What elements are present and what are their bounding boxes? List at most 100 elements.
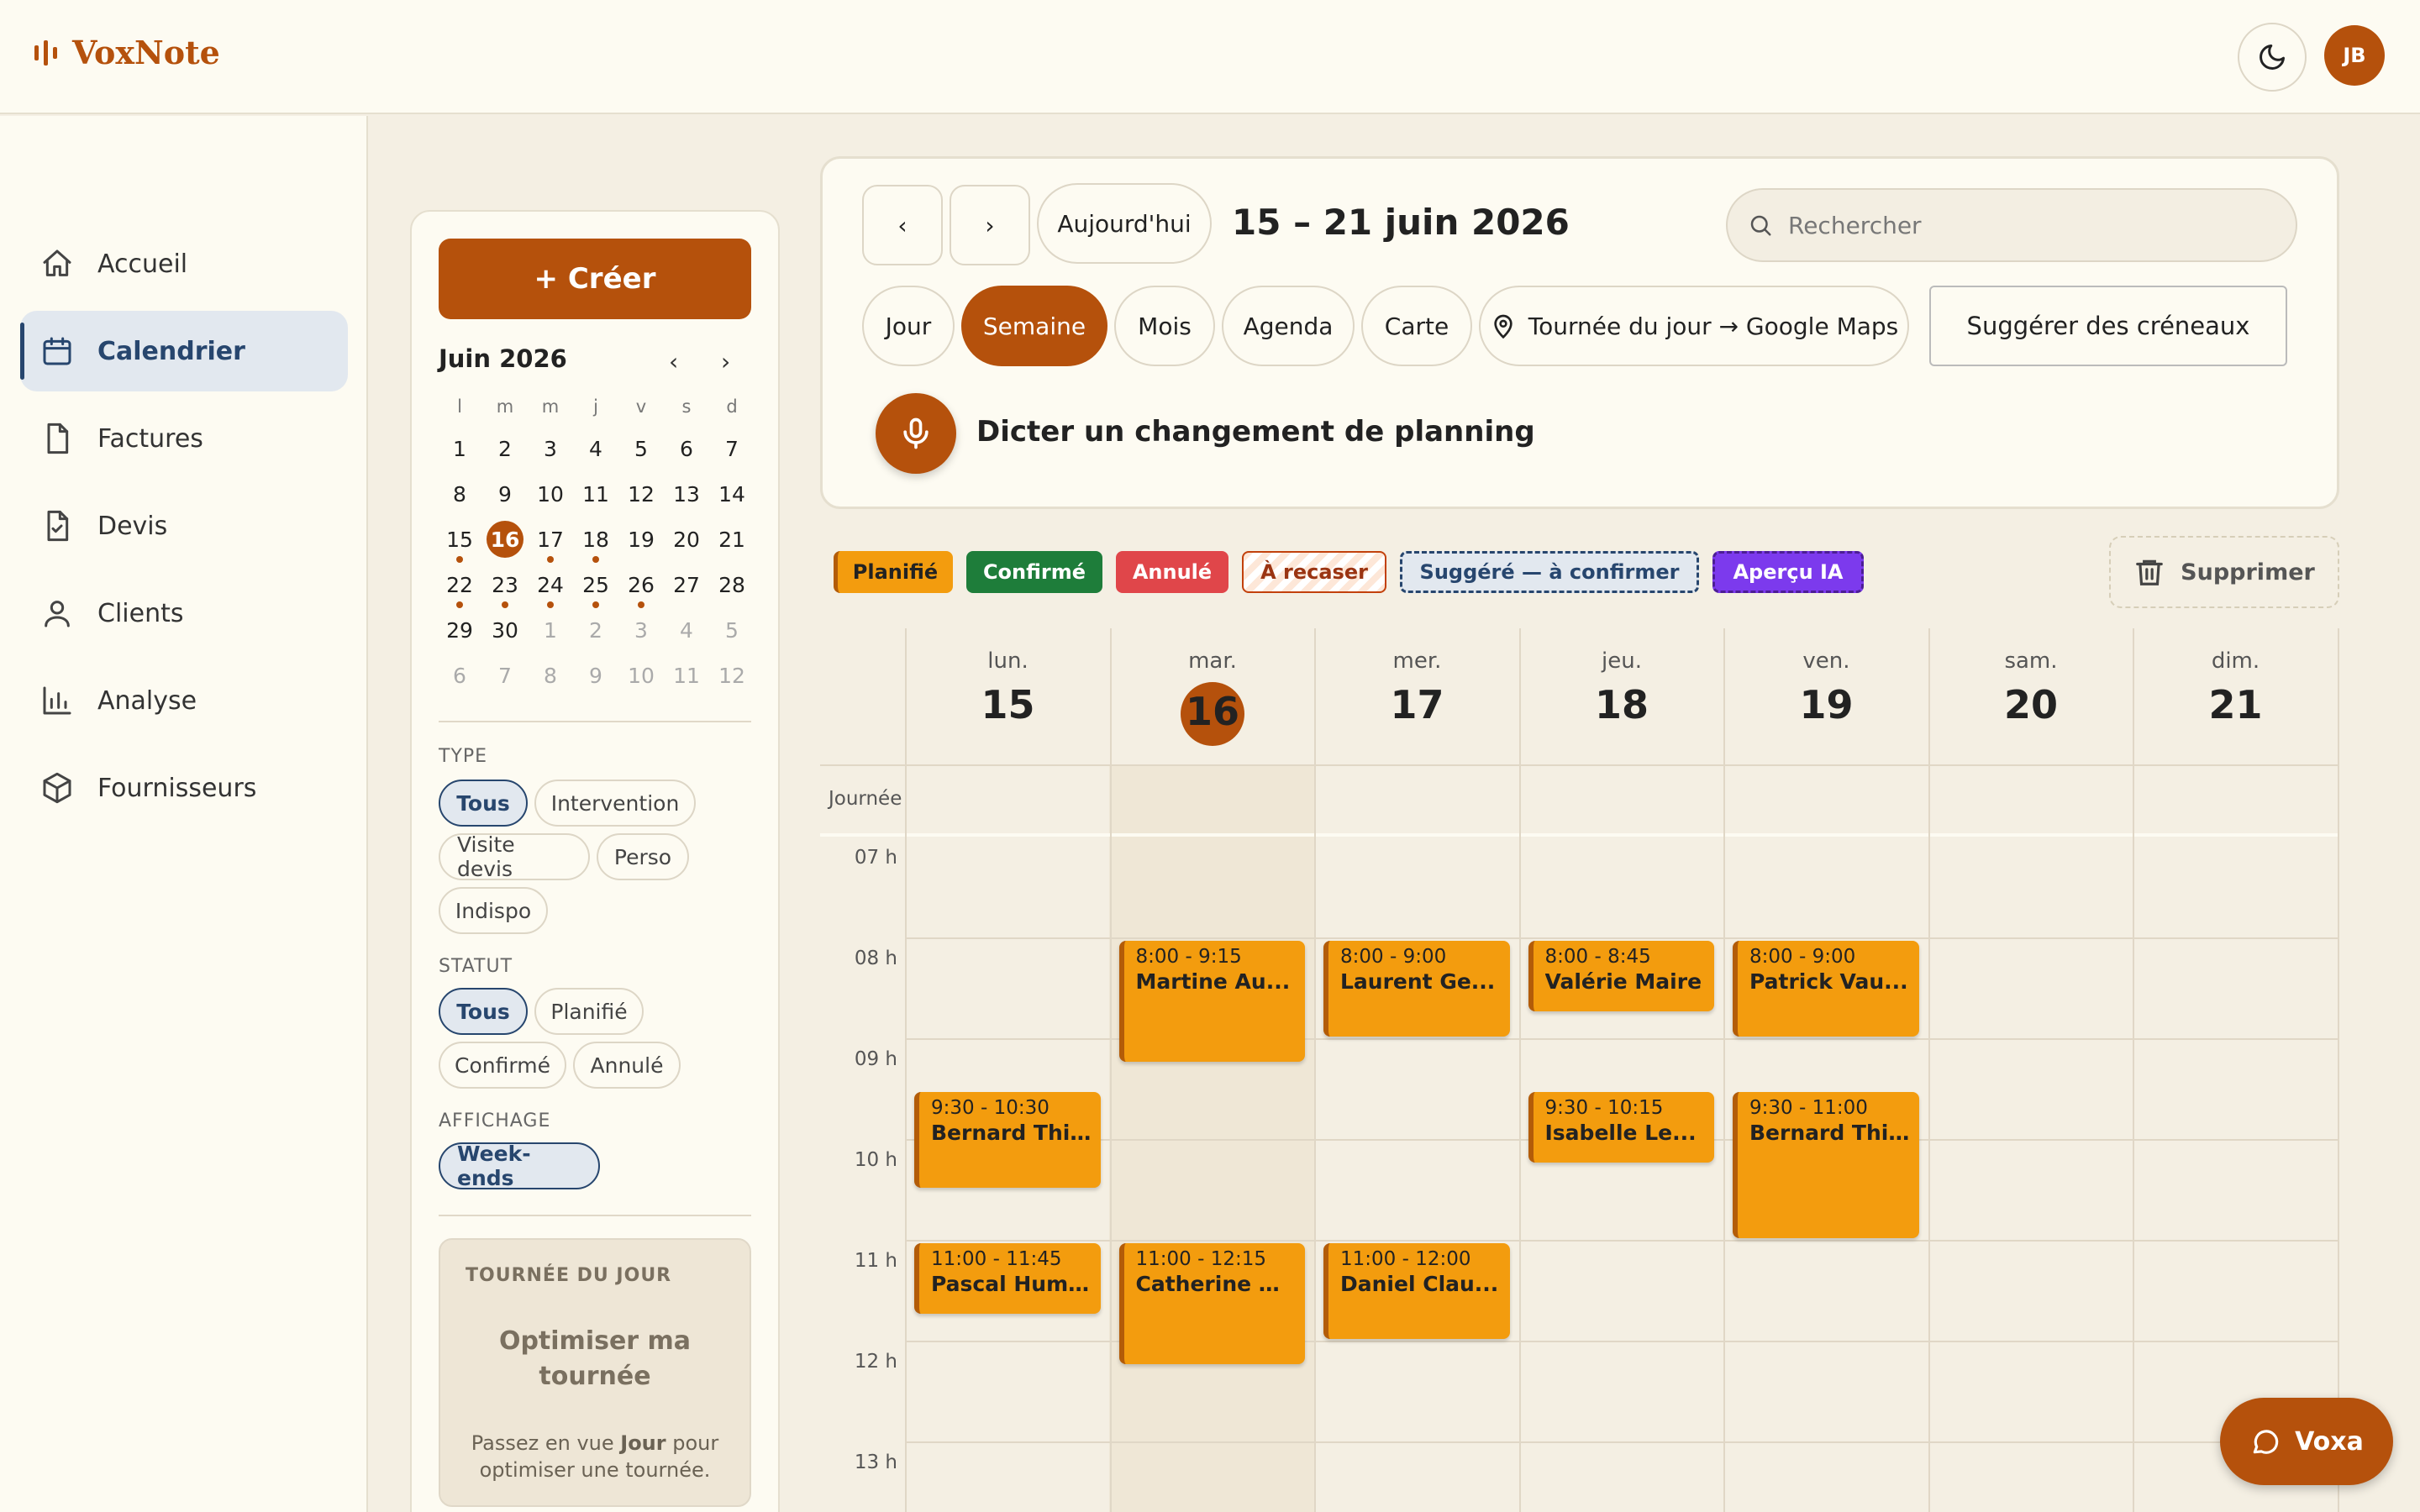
sidebar-item-devis[interactable]: Devis [20,486,348,566]
view-day-button[interactable]: Jour [862,286,955,366]
mini-calendar-day[interactable]: 19 [623,521,660,558]
type-chip-indispo[interactable]: Indispo [439,887,548,934]
weekends-toggle-chip[interactable]: Week-ends [439,1142,600,1190]
sidebar-item-fournisseurs[interactable]: Fournisseurs [20,748,348,828]
theme-toggle-button[interactable] [2238,23,2307,92]
mini-calendar-day[interactable]: 5 [623,430,660,467]
view-week-button[interactable]: Semaine [961,286,1107,366]
mini-calendar-day[interactable]: 6 [441,657,478,694]
mini-calendar-day[interactable]: 3 [532,430,569,467]
calendar-event[interactable]: 9:30 - 10:30 Bernard Thi... [914,1092,1101,1188]
mini-calendar-day[interactable]: 8 [441,475,478,512]
calendar-event[interactable]: 8:00 - 9:15 Martine Au... [1118,941,1305,1062]
mini-calendar-day[interactable]: 4 [577,430,614,467]
mini-calendar-day[interactable]: 17 [532,521,569,558]
day-header-number[interactable]: 15 [906,682,1110,727]
waveform-logo-icon [34,39,57,66]
search-placeholder: Rechercher [1788,211,1922,239]
day-header-number[interactable]: 17 [1315,682,1519,727]
type-chip-tous[interactable]: Tous [439,780,528,827]
day-header-number[interactable]: 21 [2133,682,2338,727]
mini-calendar-day[interactable]: 11 [668,657,705,694]
mini-calendar-day[interactable]: 6 [668,430,705,467]
mini-calendar-next-button[interactable]: › [721,348,730,375]
sidebar-item-calendrier[interactable]: Calendrier [20,311,348,391]
type-chip-intervention[interactable]: Intervention [534,780,696,827]
calendar-event[interactable]: 8:00 - 9:00 Laurent Ge... [1323,941,1510,1037]
mini-calendar-day[interactable]: 27 [668,566,705,603]
calendar-event[interactable]: 8:00 - 9:00 Patrick Vau... [1733,941,1919,1037]
dictate-mic-button[interactable] [876,393,956,474]
view-agenda-button[interactable]: Agenda [1222,286,1355,366]
mini-calendar-day[interactable]: 2 [577,612,614,648]
calendar-event[interactable]: 11:00 - 12:15 Catherine D... [1118,1243,1305,1364]
calendar-event[interactable]: 9:30 - 11:00 Bernard Thi... [1733,1092,1919,1238]
calendar-event[interactable]: 9:30 - 10:15 Isabelle Le... [1528,1092,1714,1163]
mini-calendar-day[interactable]: 13 [668,475,705,512]
file-icon [47,423,69,454]
voxa-assistant-button[interactable]: Voxa [2220,1398,2393,1485]
mini-calendar-day[interactable]: 26 [623,566,660,603]
delete-button[interactable]: Supprimer [2109,536,2339,608]
mini-calendar-day[interactable]: 2 [487,430,523,467]
sidebar-item-analyse[interactable]: Analyse [20,660,348,741]
mini-calendar-day[interactable]: 14 [713,475,750,512]
create-event-button[interactable]: + Créer [439,239,751,319]
prev-week-button[interactable]: ‹ [862,185,943,265]
mini-calendar-day[interactable]: 23 [487,566,523,603]
mini-calendar-day[interactable]: 9 [487,475,523,512]
event-time: 11:00 - 12:00 [1340,1248,1471,1270]
next-week-button[interactable]: › [950,185,1030,265]
route-google-maps-button[interactable]: Tournée du jour → Google Maps [1479,286,1909,366]
day-header-number[interactable]: 18 [1520,682,1724,727]
mini-calendar-day[interactable]: 10 [623,657,660,694]
mini-calendar-day[interactable]: 3 [623,612,660,648]
mini-calendar-day[interactable]: 30 [487,612,523,648]
sidebar-item-accueil[interactable]: Accueil [20,223,348,304]
mini-calendar-prev-button[interactable]: ‹ [669,348,678,375]
view-map-button[interactable]: Carte [1361,286,1472,366]
search-input[interactable]: Rechercher [1726,188,2297,262]
mini-calendar-day[interactable]: 18 [577,521,614,558]
mini-calendar-day[interactable]: 21 [713,521,750,558]
type-chip-perso[interactable]: Perso [597,833,689,880]
status-chip-tous[interactable]: Tous [439,988,528,1035]
mini-calendar-day[interactable]: 10 [532,475,569,512]
status-chip-annule[interactable]: Annulé [573,1042,681,1089]
view-month-button[interactable]: Mois [1114,286,1215,366]
mini-calendar-day[interactable]: 16 [487,521,523,558]
mini-calendar-day[interactable]: 24 [532,566,569,603]
mini-calendar-day[interactable]: 9 [577,657,614,694]
suggest-slots-button[interactable]: Suggérer des créneaux [1929,286,2287,366]
user-avatar[interactable]: JB [2324,25,2385,86]
logo[interactable]: VoxNote [34,34,220,71]
mini-calendar-day[interactable]: 1 [532,612,569,648]
mini-calendar-day[interactable]: 29 [441,612,478,648]
calendar-event[interactable]: 8:00 - 8:45 Valérie Maire [1528,941,1714,1011]
type-chip-visite-devis[interactable]: Visite devis [439,832,590,881]
today-button[interactable]: Aujourd'hui [1037,183,1212,264]
mini-calendar-day[interactable]: 15 [441,521,478,558]
mini-calendar-day[interactable]: 22 [441,566,478,603]
sidebar-item-factures[interactable]: Factures [20,398,348,479]
status-chip-planifie[interactable]: Planifié [534,988,644,1035]
sidebar-item-clients[interactable]: Clients [20,573,348,654]
mini-calendar-day[interactable]: 20 [668,521,705,558]
mini-calendar-day[interactable]: 28 [713,566,750,603]
mini-calendar-day[interactable]: 25 [577,566,614,603]
mini-calendar-day[interactable]: 12 [623,475,660,512]
mini-calendar-day[interactable]: 7 [713,430,750,467]
day-header-number[interactable]: 19 [1724,682,1928,727]
mini-calendar-day[interactable]: 1 [441,430,478,467]
mini-calendar-day[interactable]: 5 [713,612,750,648]
calendar-event[interactable]: 11:00 - 11:45 Pascal Hum... [914,1243,1101,1314]
mini-calendar-day[interactable]: 7 [487,657,523,694]
day-header-number[interactable]: 16 [1111,689,1315,734]
status-chip-confirme[interactable]: Confirmé [439,1042,566,1089]
mini-calendar-day[interactable]: 11 [577,475,614,512]
calendar-event[interactable]: 11:00 - 12:00 Daniel Clau... [1323,1243,1510,1339]
mini-calendar-day[interactable]: 4 [668,612,705,648]
mini-calendar-day[interactable]: 12 [713,657,750,694]
mini-calendar-day[interactable]: 8 [532,657,569,694]
day-header-number[interactable]: 20 [1929,682,2133,727]
